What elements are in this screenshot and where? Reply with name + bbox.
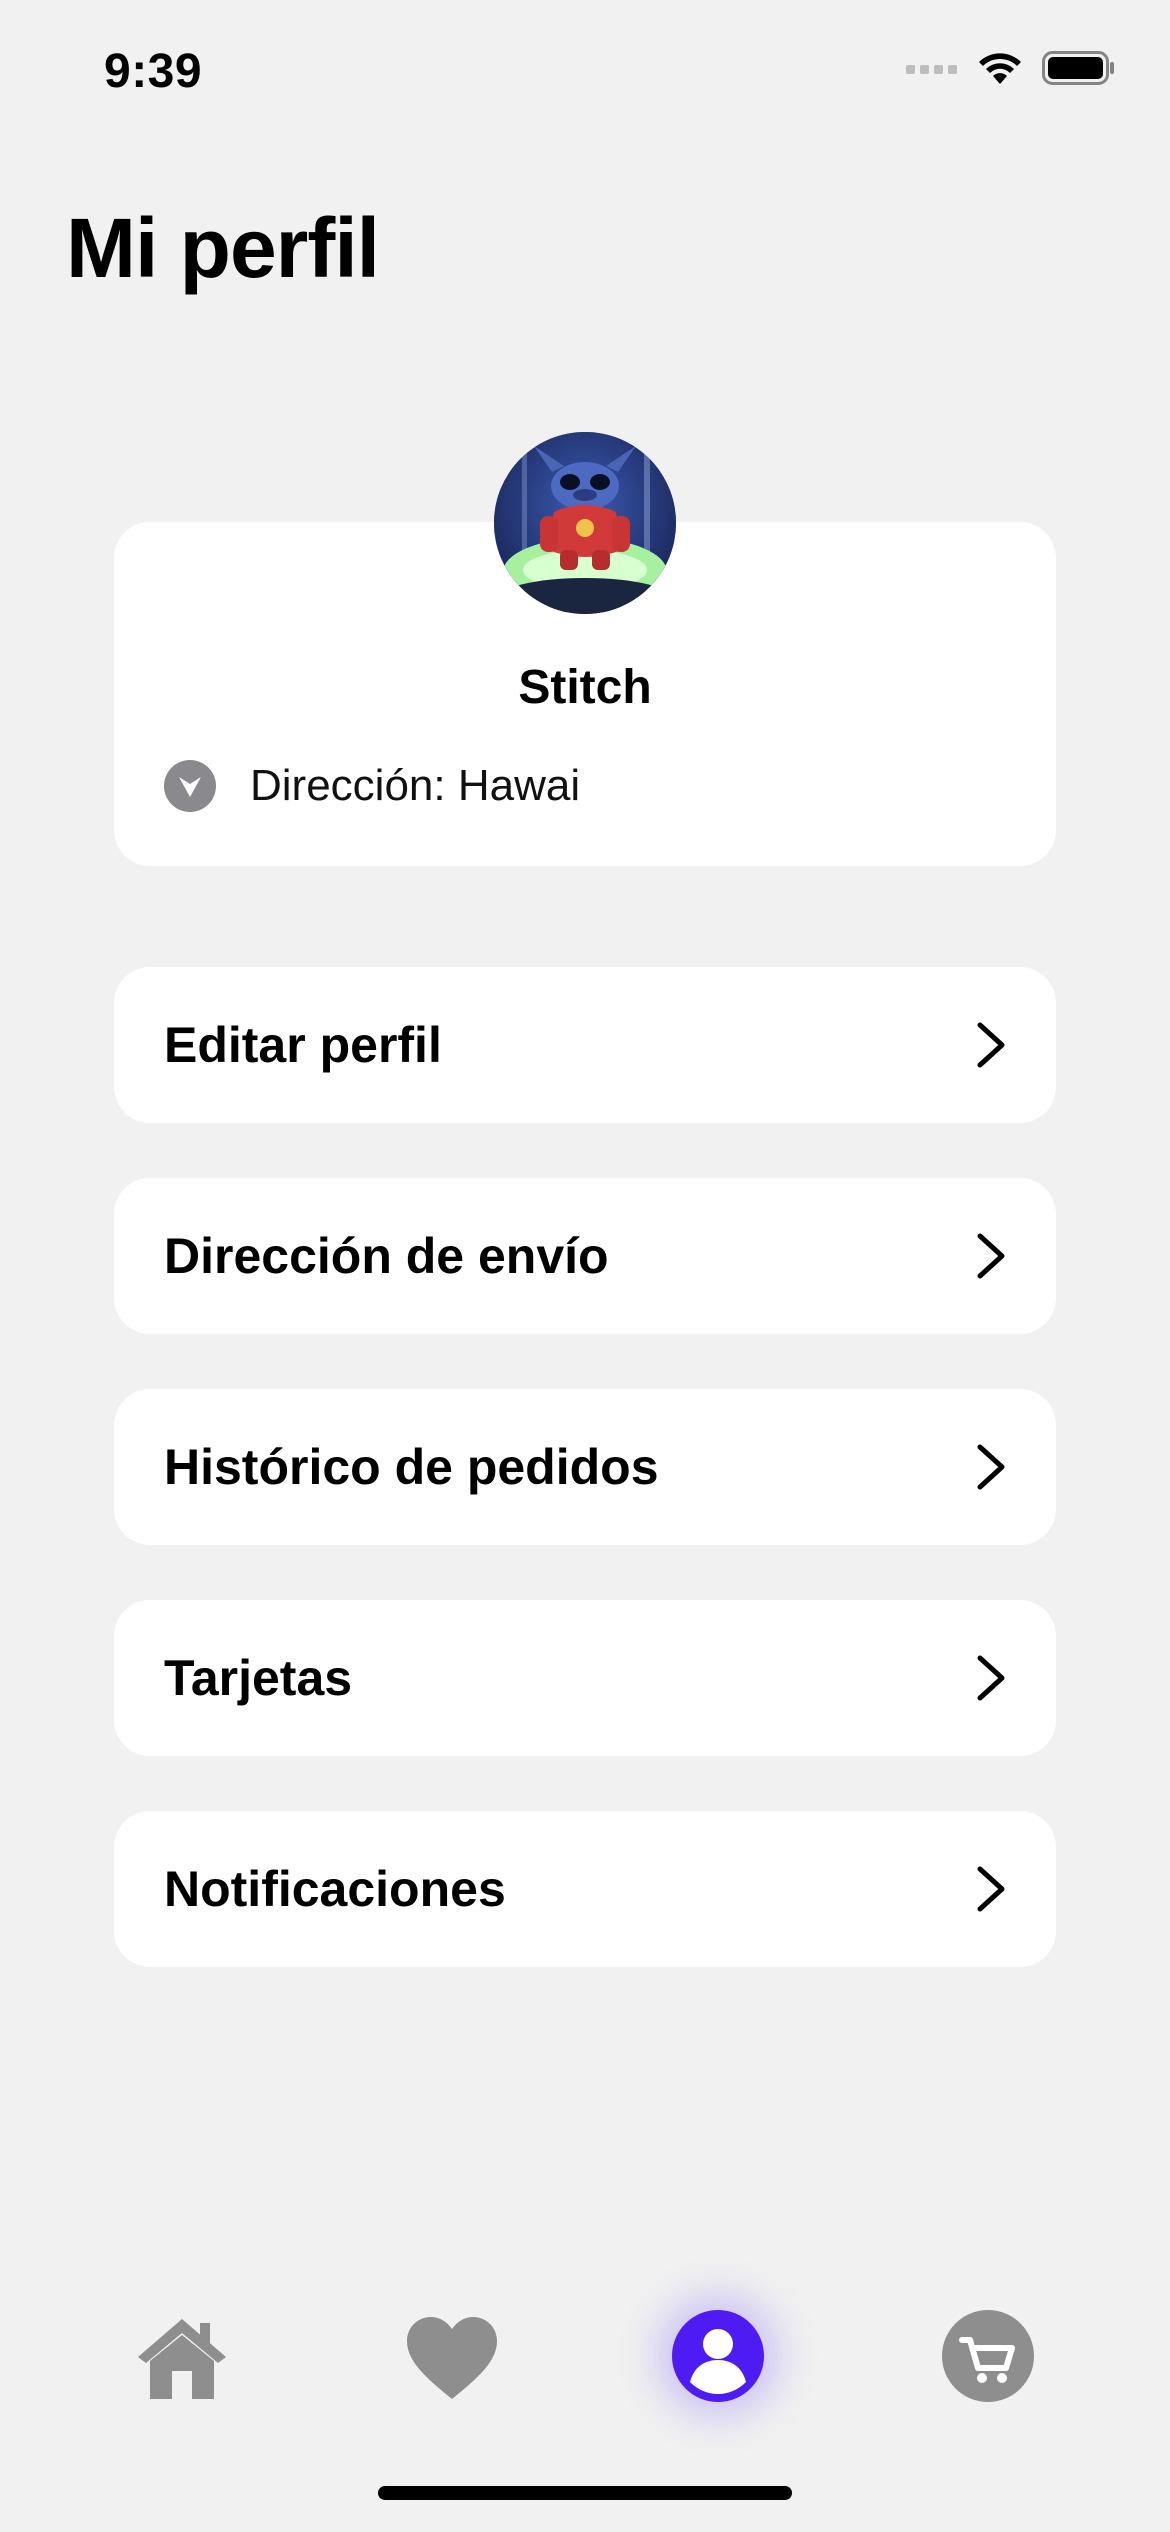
chevron-right-icon [977, 1866, 1005, 1912]
home-icon [138, 2319, 226, 2399]
menu-item-direccion-envio[interactable]: Dirección de envío [114, 1178, 1056, 1334]
menu-item-notificaciones[interactable]: Notificaciones [114, 1811, 1056, 1967]
status-icons [906, 50, 1116, 86]
tab-favorites[interactable] [404, 2310, 500, 2406]
avatar-image [494, 432, 676, 614]
heart-icon [407, 2317, 497, 2399]
cart-icon [959, 2337, 1015, 2383]
menu-item-label: Dirección de envío [164, 1228, 609, 1284]
avatar[interactable] [494, 432, 676, 614]
chevron-right-icon [977, 1233, 1005, 1279]
menu-item-historico-pedidos[interactable]: Histórico de pedidos [114, 1389, 1056, 1545]
address-text: Dirección: Hawai [250, 761, 581, 810]
home-indicator[interactable] [378, 2486, 792, 2500]
user-icon [690, 2329, 746, 2394]
status-bar: 9:39 [0, 0, 1170, 150]
menu-item-label: Histórico de pedidos [164, 1439, 659, 1495]
tab-bar [0, 2260, 1170, 2440]
wifi-icon [979, 53, 1021, 84]
profile-name: Stitch [518, 661, 652, 714]
address-row: Dirección: Hawai [164, 760, 580, 812]
menu-item-label: Editar perfil [164, 1017, 442, 1073]
page-title: Mi perfil [66, 201, 380, 295]
cellular-signal-icon [906, 65, 957, 74]
menu-item-label: Notificaciones [164, 1861, 506, 1917]
menu-item-tarjetas[interactable]: Tarjetas [114, 1600, 1056, 1756]
tab-profile[interactable] [672, 2310, 764, 2402]
tab-cart[interactable] [942, 2310, 1034, 2402]
battery-icon [1042, 51, 1114, 85]
menu-item-editar-perfil[interactable]: Editar perfil [114, 967, 1056, 1123]
menu-item-label: Tarjetas [164, 1650, 353, 1706]
location-icon [164, 760, 216, 812]
chevron-right-icon [977, 1444, 1005, 1490]
status-time: 9:39 [104, 45, 203, 98]
tab-home[interactable] [134, 2310, 230, 2406]
chevron-right-icon [977, 1022, 1005, 1068]
chevron-right-icon [977, 1655, 1005, 1701]
